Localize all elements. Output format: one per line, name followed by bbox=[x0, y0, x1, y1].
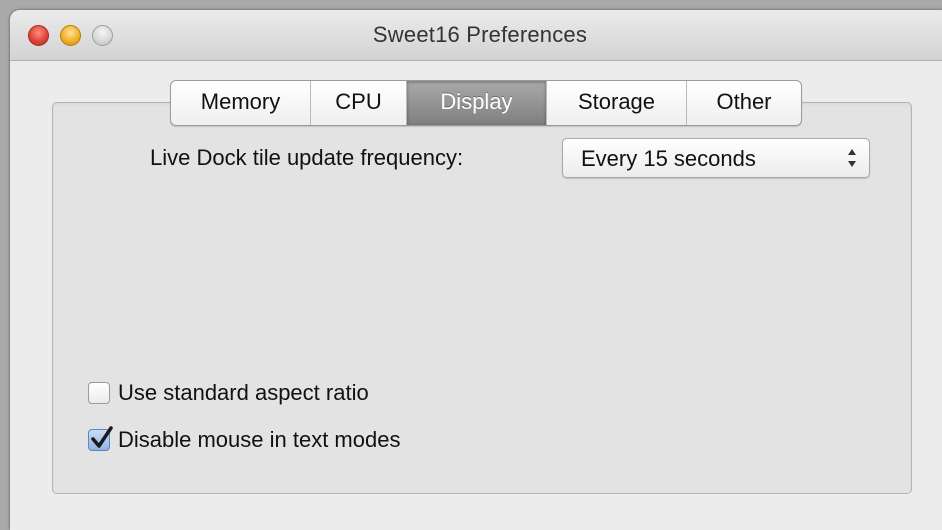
popup-selected-value: Every 15 seconds bbox=[581, 146, 756, 171]
dock-tile-frequency-label: Live Dock tile update frequency: bbox=[150, 145, 464, 170]
tab-cpu[interactable]: CPU bbox=[311, 81, 407, 125]
preferences-window: Sweet16 Preferences Memory CPU Display S… bbox=[10, 10, 942, 530]
aspect-ratio-checkbox[interactable] bbox=[88, 382, 110, 404]
aspect-ratio-option[interactable]: Use standard aspect ratio bbox=[88, 380, 369, 406]
disable-mouse-option[interactable]: Disable mouse in text modes bbox=[88, 426, 401, 453]
disable-mouse-checkbox[interactable] bbox=[88, 426, 113, 451]
window-title: Sweet16 Preferences bbox=[372, 22, 588, 47]
dock-tile-frequency-popup[interactable]: Every 15 seconds bbox=[562, 138, 870, 178]
title-bar[interactable]: Sweet16 Preferences bbox=[10, 10, 942, 61]
tab-other[interactable]: Other bbox=[687, 81, 801, 125]
checkmark-icon bbox=[91, 426, 113, 448]
tab-memory[interactable]: Memory bbox=[171, 81, 311, 125]
tab-bar: Memory CPU Display Storage Other bbox=[170, 80, 802, 126]
tab-storage[interactable]: Storage bbox=[547, 81, 687, 125]
tab-display[interactable]: Display bbox=[407, 81, 547, 125]
aspect-ratio-label: Use standard aspect ratio bbox=[118, 380, 369, 405]
disable-mouse-label: Disable mouse in text modes bbox=[118, 427, 401, 452]
up-down-arrows-icon bbox=[847, 147, 857, 169]
